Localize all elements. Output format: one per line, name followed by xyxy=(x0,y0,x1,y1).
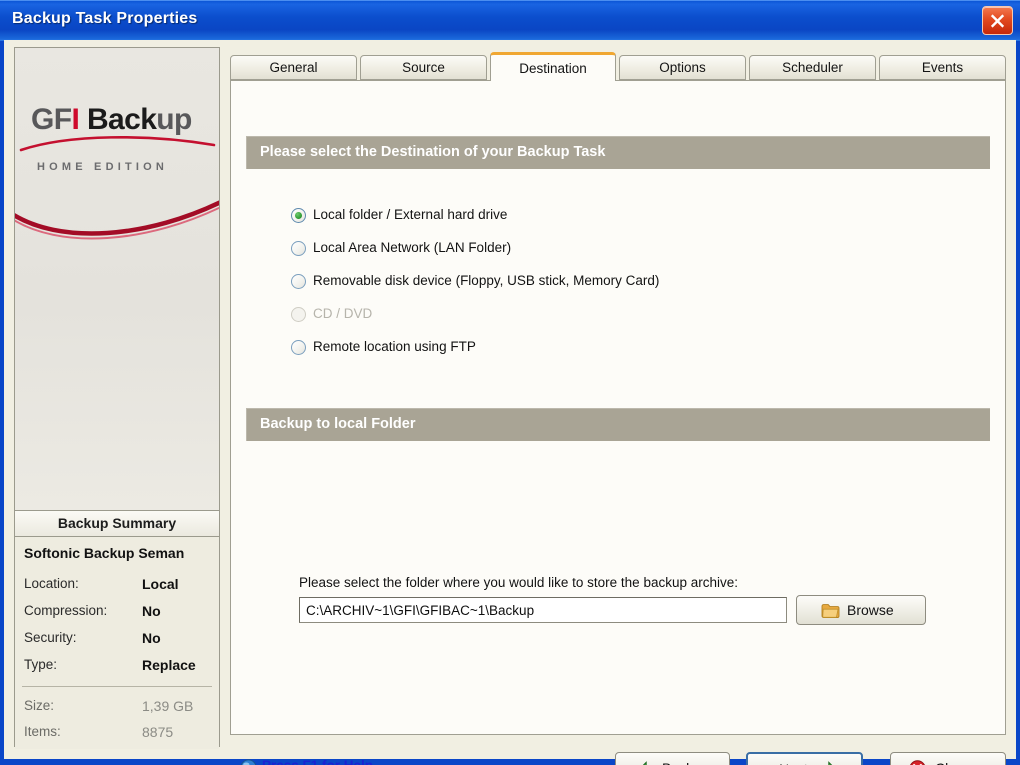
summary-row-security: Security: No xyxy=(24,630,219,655)
tab-strip: General Source Destination Options Sched… xyxy=(230,52,1006,81)
radio-label: Remote location using FTP xyxy=(313,339,476,354)
logo-swoosh-large-icon xyxy=(15,200,219,240)
radio-indicator-icon xyxy=(291,208,306,223)
summary-divider xyxy=(22,686,212,687)
tab-events[interactable]: Events xyxy=(879,55,1006,80)
close-button-label: Close xyxy=(935,760,971,765)
window-title: Backup Task Properties xyxy=(12,10,198,27)
local-folder-section-heading: Backup to local Folder xyxy=(246,408,990,441)
summary-key: Compression: xyxy=(24,603,108,618)
brand-gfi: GF xyxy=(31,103,72,136)
tab-destination[interactable]: Destination xyxy=(490,52,616,81)
radio-label: Removable disk device (Floppy, USB stick… xyxy=(313,273,660,288)
destination-section-heading: Please select the Destination of your Ba… xyxy=(246,136,990,169)
browse-button[interactable]: Browse xyxy=(796,595,926,625)
window-close-button[interactable] xyxy=(982,6,1013,35)
radio-label: Local Area Network (LAN Folder) xyxy=(313,240,512,255)
summary-value: Local xyxy=(142,576,179,592)
brand-edition-label: HOME EDITION xyxy=(37,161,169,173)
title-bar: Backup Task Properties xyxy=(0,0,1020,41)
destination-tab-panel: Please select the Destination of your Ba… xyxy=(230,80,1006,735)
radio-label: Local folder / External hard drive xyxy=(313,207,508,222)
brand-wordmark: GFI Backup xyxy=(31,103,192,137)
summary-row-compression: Compression: No xyxy=(24,603,219,628)
summary-value: 8875 xyxy=(142,724,174,740)
radio-label: CD / DVD xyxy=(313,306,373,321)
browse-button-label: Browse xyxy=(847,602,894,618)
back-button-label: Back xyxy=(662,760,693,765)
help-globe-icon: ? xyxy=(240,759,257,765)
radio-indicator-icon xyxy=(291,307,306,322)
brand-up: up xyxy=(156,103,192,136)
sidebar-panel: GFI Backup HOME EDITION Backup Summary S… xyxy=(14,47,220,749)
folder-prompt-label: Please select the folder where you would… xyxy=(299,575,738,590)
summary-key: Size: xyxy=(24,698,55,713)
brand-back: Back xyxy=(79,103,157,136)
summary-value: No xyxy=(142,603,161,619)
tab-scheduler[interactable]: Scheduler xyxy=(749,55,876,80)
summary-key: Security: xyxy=(24,630,77,645)
radio-indicator-icon xyxy=(291,274,306,289)
summary-key: Items: xyxy=(24,724,61,739)
summary-value: 1,39 GB xyxy=(142,698,194,714)
close-icon xyxy=(990,14,1005,28)
help-link-label: Press F1 for Help xyxy=(262,758,373,765)
backup-summary-heading: Backup Summary xyxy=(15,510,219,537)
backup-summary-body: Softonic Backup Seman Location: Local Co… xyxy=(15,538,219,749)
backup-task-properties-window: Backup Task Properties GFI Backup HOME E… xyxy=(0,0,1020,765)
summary-row-size: Size: 1,39 GB xyxy=(24,698,219,723)
summary-row-location: Location: Local xyxy=(24,576,219,601)
summary-row-type: Type: Replace xyxy=(24,657,219,682)
folder-icon xyxy=(821,604,840,618)
dialog-client-area: GFI Backup HOME EDITION Backup Summary S… xyxy=(4,40,1016,765)
backup-path-input[interactable] xyxy=(299,597,787,623)
arrow-right-icon xyxy=(828,761,833,765)
next-button-label: Next xyxy=(779,761,808,765)
cancel-icon xyxy=(910,760,925,765)
close-button[interactable]: Close xyxy=(890,752,1006,765)
summary-task-name: Softonic Backup Seman xyxy=(24,545,185,561)
radio-indicator-icon xyxy=(291,340,306,355)
summary-row-items: Items: 8875 xyxy=(24,724,219,749)
next-button[interactable]: Next xyxy=(746,752,863,765)
tab-options[interactable]: Options xyxy=(619,55,746,80)
radio-indicator-icon xyxy=(291,241,306,256)
summary-key: Type: xyxy=(24,657,58,672)
summary-value: No xyxy=(142,630,161,646)
tab-source[interactable]: Source xyxy=(360,55,487,80)
brand-logo-area: GFI Backup HOME EDITION xyxy=(15,48,219,510)
summary-key: Location: xyxy=(24,576,79,591)
arrow-left-icon xyxy=(642,761,647,765)
back-button[interactable]: Back xyxy=(615,752,730,765)
summary-value: Replace xyxy=(142,657,196,673)
tab-general[interactable]: General xyxy=(230,55,357,80)
